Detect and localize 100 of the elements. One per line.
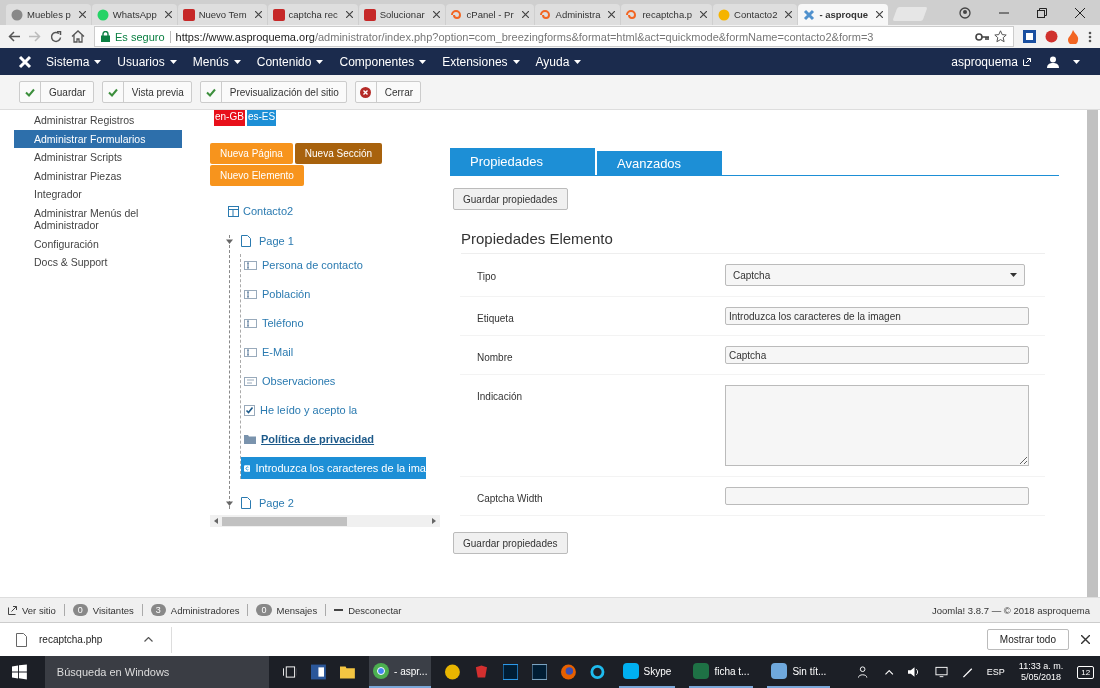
browser-tab[interactable]: recaptcha.p [621,4,713,25]
panel-tab[interactable]: Propiedades [450,148,595,175]
task-view-icon[interactable] [282,666,298,678]
search-field[interactable]: Búsqueda en Windows [44,656,269,688]
close-icon[interactable] [78,11,86,18]
logout-link[interactable]: Desconectar [348,604,402,616]
close-icon[interactable] [1075,7,1085,18]
type-dropdown[interactable]: Captcha [725,264,1025,286]
photoshop-icon[interactable] [503,664,518,680]
close-icon[interactable] [1081,635,1090,644]
save-button[interactable]: Guardar propiedades [453,532,568,554]
taskbar-app[interactable]: - aspr... [369,656,432,688]
tree-item[interactable]: Introduzca los caracteres de la ima [241,457,426,479]
browser-tab[interactable]: - asproque [798,4,888,25]
horizontal-scrollbar[interactable] [210,515,440,527]
close-icon[interactable] [432,11,440,18]
flame-icon[interactable] [1067,29,1079,44]
sidebar-item[interactable]: Administrar Menús del Administrador [14,203,182,235]
tree-item[interactable]: Observaciones [241,370,336,392]
home-icon[interactable] [71,30,85,43]
download-item[interactable]: recaptcha.php [39,634,103,645]
reload-icon[interactable] [50,30,62,43]
caret-icon[interactable] [144,637,154,642]
browser-tab[interactable]: WhatsApp [91,4,177,25]
scroll-right-icon[interactable] [432,518,436,524]
tree-item[interactable]: Page 2 [226,497,294,509]
show-all-button[interactable]: Mostrar todo [986,629,1069,650]
word-icon[interactable] [311,664,327,680]
toggle-icon[interactable] [226,237,233,245]
browser-tab[interactable]: Solucionar [358,4,445,25]
key-icon[interactable] [975,32,989,41]
extension-icon[interactable] [1045,30,1058,43]
toolbar-button[interactable]: Vista previa [101,81,192,103]
input-field[interactable] [725,487,1029,505]
taskbar-app[interactable]: Sin tít... [767,656,831,688]
sidebar-item[interactable]: Administrar Registros [14,111,182,130]
notification-button[interactable]: 12 [1077,665,1095,679]
language-badge[interactable]: en-GB [214,110,245,126]
tree-item[interactable]: Contacto2 [228,205,294,217]
tree-item[interactable]: Page 1 [226,235,294,247]
sidebar-item[interactable]: Configuración [14,234,182,253]
language-indicator[interactable]: ESP [986,667,1005,677]
menu-icon[interactable] [1088,30,1092,43]
browser-tab[interactable]: Contacto2 [713,4,798,25]
extension-icon[interactable] [1023,30,1036,43]
vertical-scrollbar[interactable] [1087,110,1098,597]
joomla-icon[interactable] [18,54,32,69]
user-link[interactable]: asproquema [951,54,1033,69]
back-icon[interactable] [8,31,20,42]
caret-icon[interactable] [1073,59,1080,64]
profile-icon[interactable] [959,6,971,19]
browser-tab[interactable]: cPanel - Pr [445,4,534,25]
close-icon[interactable] [700,11,708,18]
address-field[interactable]: Es seguro https://www.asproquema.org/administrator/index.php?option=com_breezingforms&format=html&act=quickmode&formName=contacto2&form=3 [94,26,1014,47]
close-icon[interactable] [164,11,172,18]
status-label[interactable]: Visitantes [92,604,134,616]
taskbar-app[interactable]: ficha t... [689,656,754,688]
close-icon[interactable] [785,11,793,18]
sidebar-item[interactable]: Integrador [14,185,182,204]
nav-menu[interactable]: Extensiones [442,54,522,69]
form-button[interactable]: Nueva Sección [294,143,383,164]
pen-icon[interactable] [961,666,973,678]
language-badge[interactable]: es-ES [246,110,277,126]
toolbar-button[interactable]: Previsualización del sitio [199,81,347,103]
tree-item[interactable]: Teléfono [241,312,304,334]
panel-tab[interactable]: Avanzados [597,151,722,175]
view-site-link[interactable]: Ver sitio [22,604,56,616]
ie-icon[interactable] [589,664,605,680]
tree-item[interactable]: He leído y acepto la [241,399,358,421]
scroll-left-icon[interactable] [214,518,218,524]
status-label[interactable]: Administradores [170,604,240,616]
input-field[interactable]: Captcha [725,346,1029,364]
nav-menu[interactable]: Ayuda [535,54,584,69]
tree-item[interactable]: Persona de contacto [241,254,363,276]
browser-tab[interactable]: Administra [534,4,621,25]
restore-icon[interactable] [1037,7,1047,18]
bookmark-icon[interactable] [994,30,1007,43]
input-field[interactable]: Introduzca los caracteres de la imagen [725,307,1029,325]
sidebar-item[interactable]: Administrar Formularios [14,129,182,148]
app-icon[interactable] [445,664,461,680]
start-icon[interactable] [12,664,27,680]
nav-menu[interactable]: Contenido [256,54,326,69]
clock[interactable]: 11:33 a. m. 5/05/2018 [1018,661,1064,683]
toggle-icon[interactable] [226,499,233,507]
tree-item[interactable]: Política de privacidad [241,428,375,450]
volume-icon[interactable] [907,666,921,678]
lightroom-icon[interactable] [532,664,547,680]
save-button[interactable]: Guardar propiedades [453,188,568,210]
nav-menu[interactable]: Componentes [339,54,429,69]
close-icon[interactable] [521,11,529,18]
status-label[interactable]: Mensajes [276,604,318,616]
browser-tab[interactable]: Muebles p [6,4,91,25]
taskbar-app[interactable]: Skype [618,656,676,688]
close-icon[interactable] [254,11,262,18]
sidebar-item[interactable]: Docs & Support [14,253,182,272]
nav-menu[interactable]: Menús [192,54,243,69]
close-icon[interactable] [345,11,353,18]
folder-icon[interactable] [340,665,356,679]
toolbar-button[interactable]: Cerrar [354,81,422,103]
user-icon[interactable] [1047,55,1059,68]
